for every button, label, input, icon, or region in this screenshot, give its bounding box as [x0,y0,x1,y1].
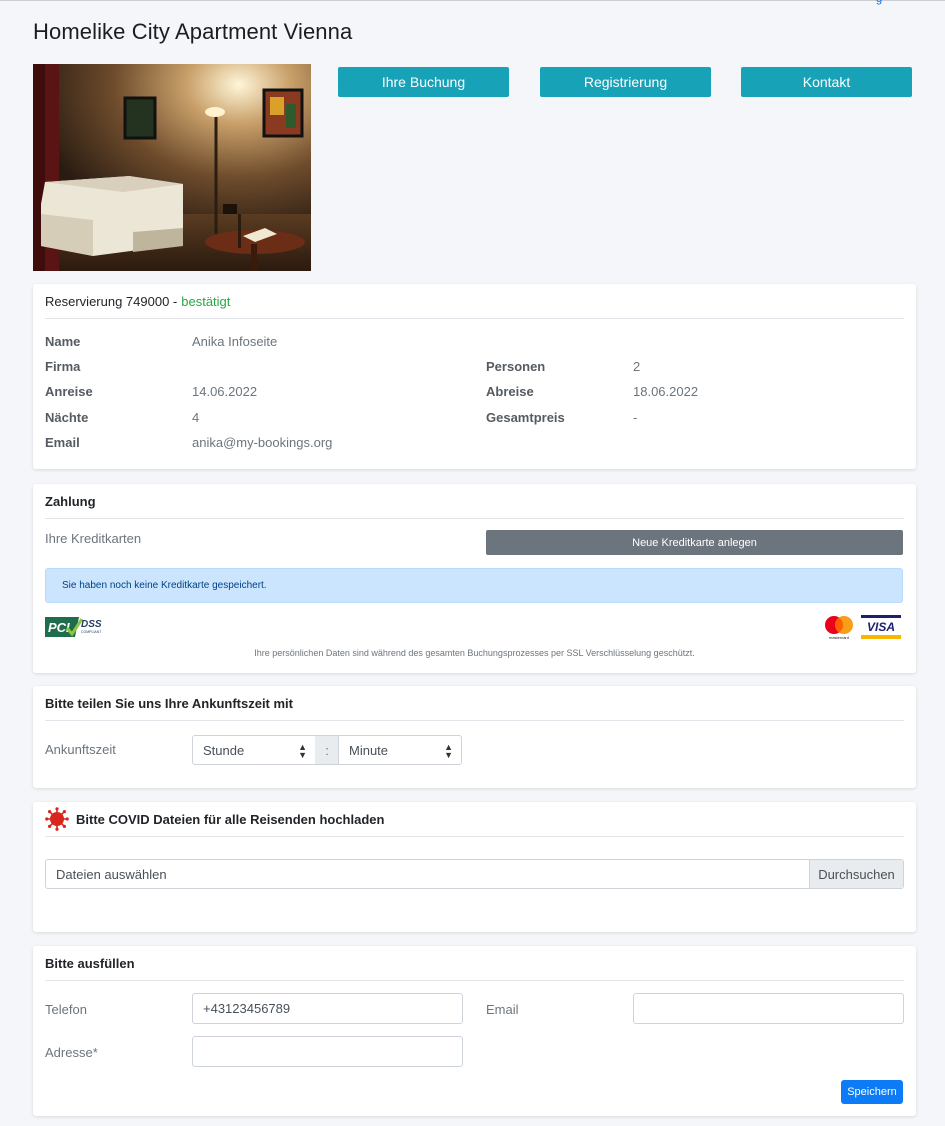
new-credit-card-button[interactable]: Neue Kreditkarte anlegen [486,530,903,555]
pci-dss-logo: PCI DSS COMPLIANT [45,615,109,639]
total-price-label: Gesamtpreis [486,410,565,425]
covid-header-text: Bitte COVID Dateien für alle Reisenden h… [76,811,385,827]
payment-header: Zahlung [45,484,904,519]
apartment-photo [33,64,311,271]
address-input[interactable] [192,1036,463,1067]
total-price-value: - [633,410,638,425]
arrival-time-label: Ankunftszeit [45,742,116,757]
arrival-time-header: Bitte teilen Sie uns Ihre Ankunftszeit m… [45,686,904,721]
pci-text: PCI [48,620,70,635]
departure-value: 18.06.2022 [633,384,699,399]
persons-value: 2 [633,359,641,374]
covid-header: Bitte COVID Dateien für alle Reisenden h… [45,802,904,837]
persons-label: Personen [486,359,546,374]
arrival-label: Anreise [45,384,93,399]
top-border [0,0,945,3]
save-button[interactable]: Speichern [841,1080,903,1104]
name-label: Name [45,334,81,349]
hour-select-value: Stunde [203,742,245,758]
virus-icon [45,807,69,831]
ssl-note: Ihre persönlichen Daten sind während des… [254,648,695,658]
phone-input[interactable] [192,993,463,1024]
phone-label: Telefon [45,1002,87,1017]
minute-select-caret-icon: ▲ ▼ [444,742,453,760]
departure-label: Abreise [486,384,534,399]
nights-value: 4 [192,410,200,425]
covid-file-input[interactable]: Dateien auswählen Durchsuchen [45,859,904,889]
minute-select-value: Minute [349,742,389,758]
visa-logo: VISA [861,615,901,639]
hour-select-caret-icon: ▲ ▼ [298,742,307,760]
arrival-time-card: Bitte teilen Sie uns Ihre Ankunftszeit m… [33,686,916,788]
reservation-card: Reservierung 749000 - bestätigt Name Ani… [33,284,916,469]
nav-register-button[interactable]: Registrierung [540,67,711,97]
nights-label: Nächte [45,410,89,425]
nav-contact-button[interactable]: Kontakt [741,67,912,97]
hour-select[interactable]: Stunde ▲ ▼ [192,735,316,765]
time-separator: : [315,735,339,765]
nav-booking-button[interactable]: Ihre Buchung [338,67,509,97]
contact-email-label: Email [486,1002,519,1017]
browse-button[interactable]: Durchsuchen [809,860,903,888]
email-label: Email [45,435,80,450]
contact-email-input[interactable] [633,993,904,1024]
covid-upload-card: Bitte COVID Dateien für alle Reisenden h… [33,802,916,932]
contact-form-header: Bitte ausfüllen [45,946,904,981]
name-value: Anika Infoseite [192,334,278,349]
compliant-text: COMPLIANT [81,630,102,634]
reservation-status: bestätigt [181,293,231,309]
mastercard-text: mastercard [829,635,849,640]
company-label: Firma [45,359,81,374]
visa-text: VISA [867,620,895,634]
email-value: anika@my-bookings.org [192,435,333,450]
address-label: Adresse* [45,1045,98,1060]
minute-select[interactable]: Minute ▲ ▼ [338,735,462,765]
top-right-link[interactable]: g [876,0,882,5]
no-card-alert: Sie haben noch keine Kreditkarte gespeic… [45,568,903,603]
contact-form-card: Bitte ausfüllen Telefon Email Adresse* S… [33,946,916,1116]
dss-text: DSS [81,619,102,630]
reservation-header: Reservierung 749000 - bestätigt [45,284,904,319]
reservation-number: Reservierung 749000 - [45,293,178,309]
arrival-value: 14.06.2022 [192,384,258,399]
page-title: Homelike City Apartment Vienna [33,19,353,44]
payment-card: Zahlung Ihre Kreditkarten Neue Kreditkar… [33,484,916,673]
mastercard-logo: mastercard [822,614,856,640]
file-input-placeholder: Dateien auswählen [56,866,167,882]
credit-cards-label: Ihre Kreditkarten [45,531,142,546]
